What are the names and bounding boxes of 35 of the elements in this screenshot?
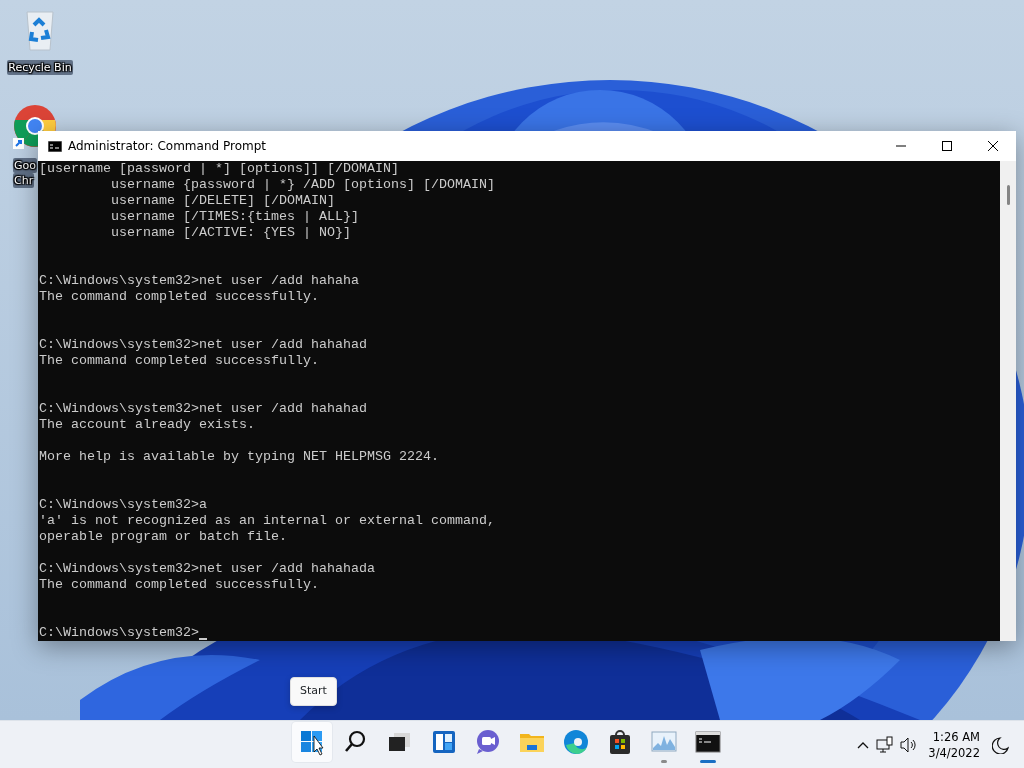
- console-line: C:\Windows\system32>a: [39, 497, 207, 513]
- moon-icon[interactable]: [992, 735, 1010, 754]
- window-title: Administrator: Command Prompt: [68, 138, 266, 155]
- console-line: More help is available by typing NET HELPMSG 2224.: [39, 449, 439, 465]
- console-line: [username [password | *] [options]] [/DOMAIN]: [39, 161, 399, 177]
- edge-icon: [561, 727, 591, 757]
- console-line: The command completed successfully.: [39, 353, 319, 369]
- console-line: username [/ACTIVE: {YES | NO}]: [109, 225, 351, 241]
- console-line: The command completed successfully.: [39, 577, 319, 593]
- console-line: C:\Windows\system32>net user /add hahahad: [39, 401, 367, 417]
- icon-label: Goo: [13, 158, 37, 173]
- console-line: username [/TIMES:{times | ALL}]: [109, 209, 359, 225]
- maximize-icon: [942, 141, 952, 151]
- scrollbar[interactable]: [1000, 161, 1016, 641]
- console-line: The command completed successfully.: [39, 289, 319, 305]
- taskbar-button[interactable]: [292, 722, 332, 762]
- clock-time: 1:26 AM: [931, 728, 980, 745]
- console-line: The account already exists.: [39, 417, 255, 433]
- close-icon: [988, 141, 998, 151]
- icon-label: Recycle Bin: [7, 60, 73, 75]
- volume-icon[interactable]: [900, 735, 919, 754]
- console-line: operable program or batch file.: [39, 529, 287, 545]
- console-line: C:\Windows\system32>: [39, 625, 199, 641]
- network-icon[interactable]: [876, 735, 895, 754]
- tooltip: Start: [290, 677, 337, 706]
- scroll-thumb[interactable]: [1007, 185, 1010, 205]
- icon-label: Chr: [13, 173, 35, 188]
- console-line: 'a' is not recognized as an internal or external command,: [39, 513, 495, 529]
- console-icon: [48, 140, 62, 152]
- console-line: username {password | *} /ADD [options] [/DOMAIN]: [109, 177, 495, 193]
- console-line: username [/DELETE] [/DOMAIN]: [109, 193, 335, 209]
- clock-date: 3/4/2022: [928, 744, 980, 761]
- console-line: C:\Windows\system32>net user /add hahahada: [39, 561, 375, 577]
- console-line: C:\Windows\system32>net user /add hahaha: [39, 273, 359, 289]
- console-line: C:\Windows\system32>net user /add hahahad: [39, 337, 367, 353]
